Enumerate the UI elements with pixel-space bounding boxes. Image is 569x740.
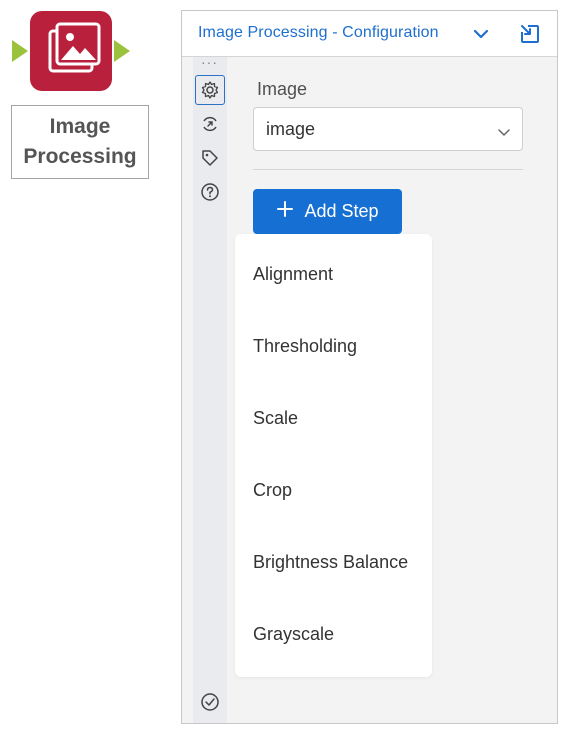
- menu-item-crop[interactable]: Crop: [253, 480, 292, 501]
- add-step-label: Add Step: [304, 201, 379, 221]
- tool-label[interactable]: Image Processing: [11, 105, 149, 179]
- image-select[interactable]: image: [253, 107, 523, 151]
- check-circle-icon[interactable]: [195, 687, 225, 717]
- gear-icon[interactable]: [195, 75, 225, 105]
- open-window-icon[interactable]: [518, 22, 542, 46]
- tool-label-line1: Image: [49, 115, 111, 138]
- plus-icon: [276, 200, 294, 223]
- chevron-down-icon[interactable]: [472, 27, 490, 41]
- image-select-value: image: [266, 119, 316, 139]
- chevron-down-icon: [498, 124, 510, 136]
- add-step-button[interactable]: Add Step: [253, 189, 402, 234]
- config-content: Image image Add Step Alignment Threshold…: [227, 57, 557, 723]
- panel-header: Image Processing - Configuration: [182, 11, 557, 57]
- menu-item-scale[interactable]: Scale: [253, 408, 298, 429]
- tool-label-line2: Processing: [23, 145, 137, 168]
- menu-item-brightness-balance[interactable]: Brightness Balance: [253, 552, 408, 573]
- image-processing-icon[interactable]: [30, 11, 112, 91]
- add-step-menu: Alignment Thresholding Scale Crop Bright…: [235, 234, 432, 677]
- menu-item-grayscale[interactable]: Grayscale: [253, 624, 334, 645]
- configuration-panel: Image Processing - Configuration ··· Ima…: [181, 10, 558, 724]
- image-field-label: Image: [257, 79, 308, 99]
- output-anchor[interactable]: [114, 40, 130, 62]
- more-icon[interactable]: ···: [201, 55, 218, 69]
- annotation-icon[interactable]: [195, 109, 225, 139]
- divider: [253, 169, 523, 170]
- config-sidebar: ···: [193, 55, 227, 723]
- tag-icon[interactable]: [195, 143, 225, 173]
- menu-item-thresholding[interactable]: Thresholding: [253, 336, 357, 357]
- image-processing-tool[interactable]: Image Processing: [0, 0, 170, 190]
- menu-item-alignment[interactable]: Alignment: [253, 264, 333, 285]
- help-icon[interactable]: [195, 177, 225, 207]
- panel-title: Image Processing - Configuration: [198, 24, 439, 41]
- input-anchor[interactable]: [12, 40, 28, 62]
